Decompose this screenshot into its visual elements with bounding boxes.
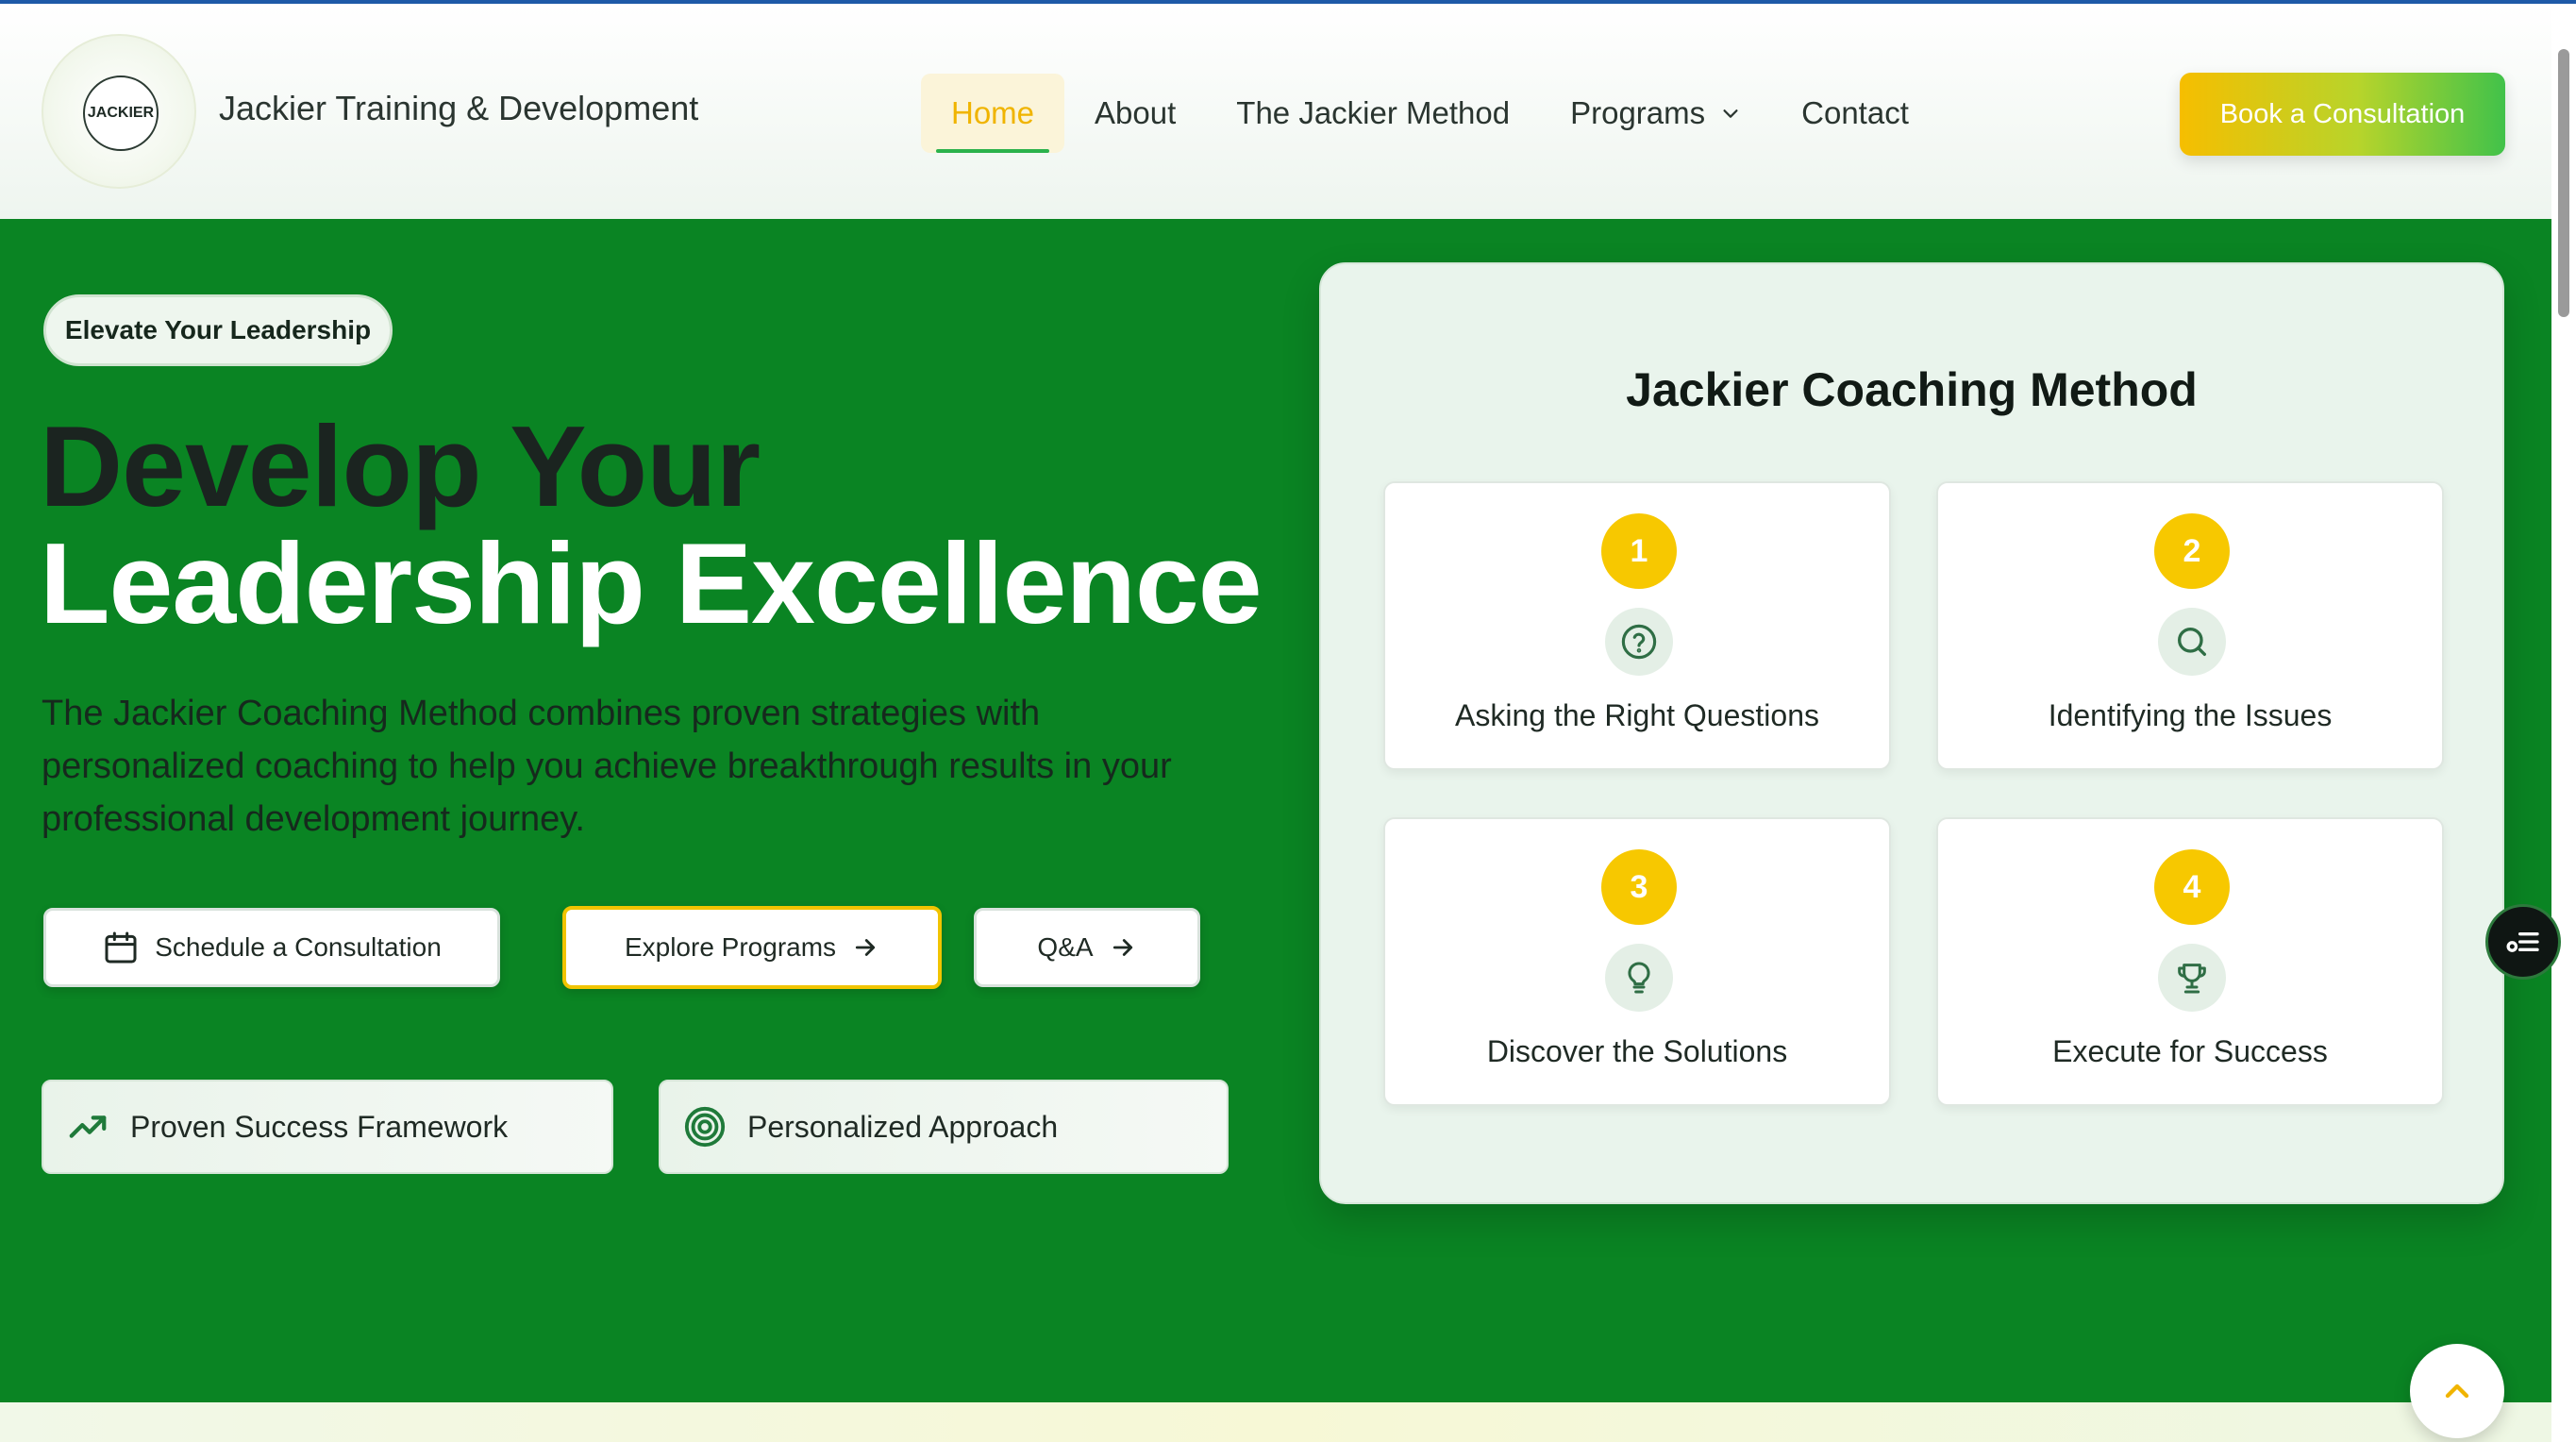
nav-item-jackier-method[interactable]: The Jackier Method xyxy=(1206,74,1540,153)
schedule-consultation-label: Schedule a Consultation xyxy=(155,932,442,962)
step-icon-wrap xyxy=(1605,608,1673,676)
feature-label: Personalized Approach xyxy=(747,1109,1059,1144)
book-consultation-button[interactable]: Book a Consultation xyxy=(2180,73,2505,156)
feature-personalized-approach: Personalized Approach xyxy=(659,1080,1229,1174)
trophy-icon xyxy=(2178,964,2206,994)
method-step-2: 2 Identifying the Issues xyxy=(1936,481,2444,770)
hero-description: The Jackier Coaching Method combines pro… xyxy=(42,694,1172,839)
scrollbar-thumb[interactable] xyxy=(2558,49,2569,317)
lightbulb-icon xyxy=(1628,962,1650,994)
settings-list-icon xyxy=(2506,932,2539,952)
hero-title-line-1: Develop Your xyxy=(40,402,761,530)
nav-item-about[interactable]: About xyxy=(1064,74,1206,153)
chevron-down-icon xyxy=(1723,109,1738,118)
qa-label: Q&A xyxy=(1037,932,1094,962)
nav-item-programs[interactable]: Programs xyxy=(1540,74,1771,153)
nav-item-programs-label: Programs xyxy=(1570,95,1706,130)
hero-title: Develop Your Leadership Excellence xyxy=(40,402,1263,647)
step-number-badge: 3 xyxy=(1601,849,1677,925)
method-card: Jackier Coaching Method 1 Asking the Rig… xyxy=(1319,262,2504,1204)
nav-item-contact[interactable]: Contact xyxy=(1771,74,1939,153)
qa-button[interactable]: Q&A xyxy=(974,908,1200,987)
accessibility-toggle-button[interactable] xyxy=(2485,904,2561,980)
step-number-badge: 1 xyxy=(1601,513,1677,589)
step-icon-wrap xyxy=(2158,944,2226,1012)
method-step-1: 1 Asking the Right Questions xyxy=(1383,481,1891,770)
arrow-right-icon xyxy=(855,939,876,956)
explore-programs-button[interactable]: Explore Programs xyxy=(562,906,942,989)
method-step-4: 4 Execute for Success xyxy=(1936,817,2444,1106)
hero-title-line-2: Leadership Excellence xyxy=(40,519,1263,647)
next-section-edge xyxy=(0,1402,2551,1442)
schedule-consultation-button[interactable]: Schedule a Consultation xyxy=(43,908,500,987)
step-icon-wrap xyxy=(1605,944,1673,1012)
method-step-3: 3 Discover the Solutions xyxy=(1383,817,1891,1106)
search-icon xyxy=(2178,628,2206,656)
logo-mark: JACKIER xyxy=(83,75,159,151)
brand-name[interactable]: Jackier Training & Development xyxy=(219,89,698,128)
main-nav: Home About The Jackier Method Programs C… xyxy=(921,74,1939,153)
step-number-badge: 4 xyxy=(2154,849,2230,925)
trending-up-icon xyxy=(69,1115,107,1138)
feature-proven-success: Proven Success Framework xyxy=(42,1080,613,1174)
calendar-icon xyxy=(105,931,137,964)
step-label: Execute for Success xyxy=(2052,1034,2328,1068)
logo[interactable]: JACKIER xyxy=(42,34,196,189)
site-header: JACKIER Jackier Training & Development H… xyxy=(0,4,2551,219)
step-label: Identifying the Issues xyxy=(2048,698,2333,732)
chevron-up-icon xyxy=(2445,1383,2469,1399)
arrow-right-icon xyxy=(1112,939,1132,956)
step-label: Asking the Right Questions xyxy=(1455,698,1819,732)
hero-eyebrow-pill: Elevate Your Leadership xyxy=(43,294,393,366)
step-number-badge: 2 xyxy=(2154,513,2230,589)
method-title: Jackier Coaching Method xyxy=(1626,363,2198,416)
question-circle-icon xyxy=(1621,624,1657,660)
nav-item-home[interactable]: Home xyxy=(921,74,1065,153)
explore-programs-label: Explore Programs xyxy=(624,932,837,962)
step-icon-wrap xyxy=(2158,608,2226,676)
feature-label: Proven Success Framework xyxy=(130,1109,509,1144)
step-label: Discover the Solutions xyxy=(1486,1034,1788,1068)
back-to-top-button[interactable] xyxy=(2410,1344,2504,1438)
target-icon xyxy=(684,1106,726,1148)
